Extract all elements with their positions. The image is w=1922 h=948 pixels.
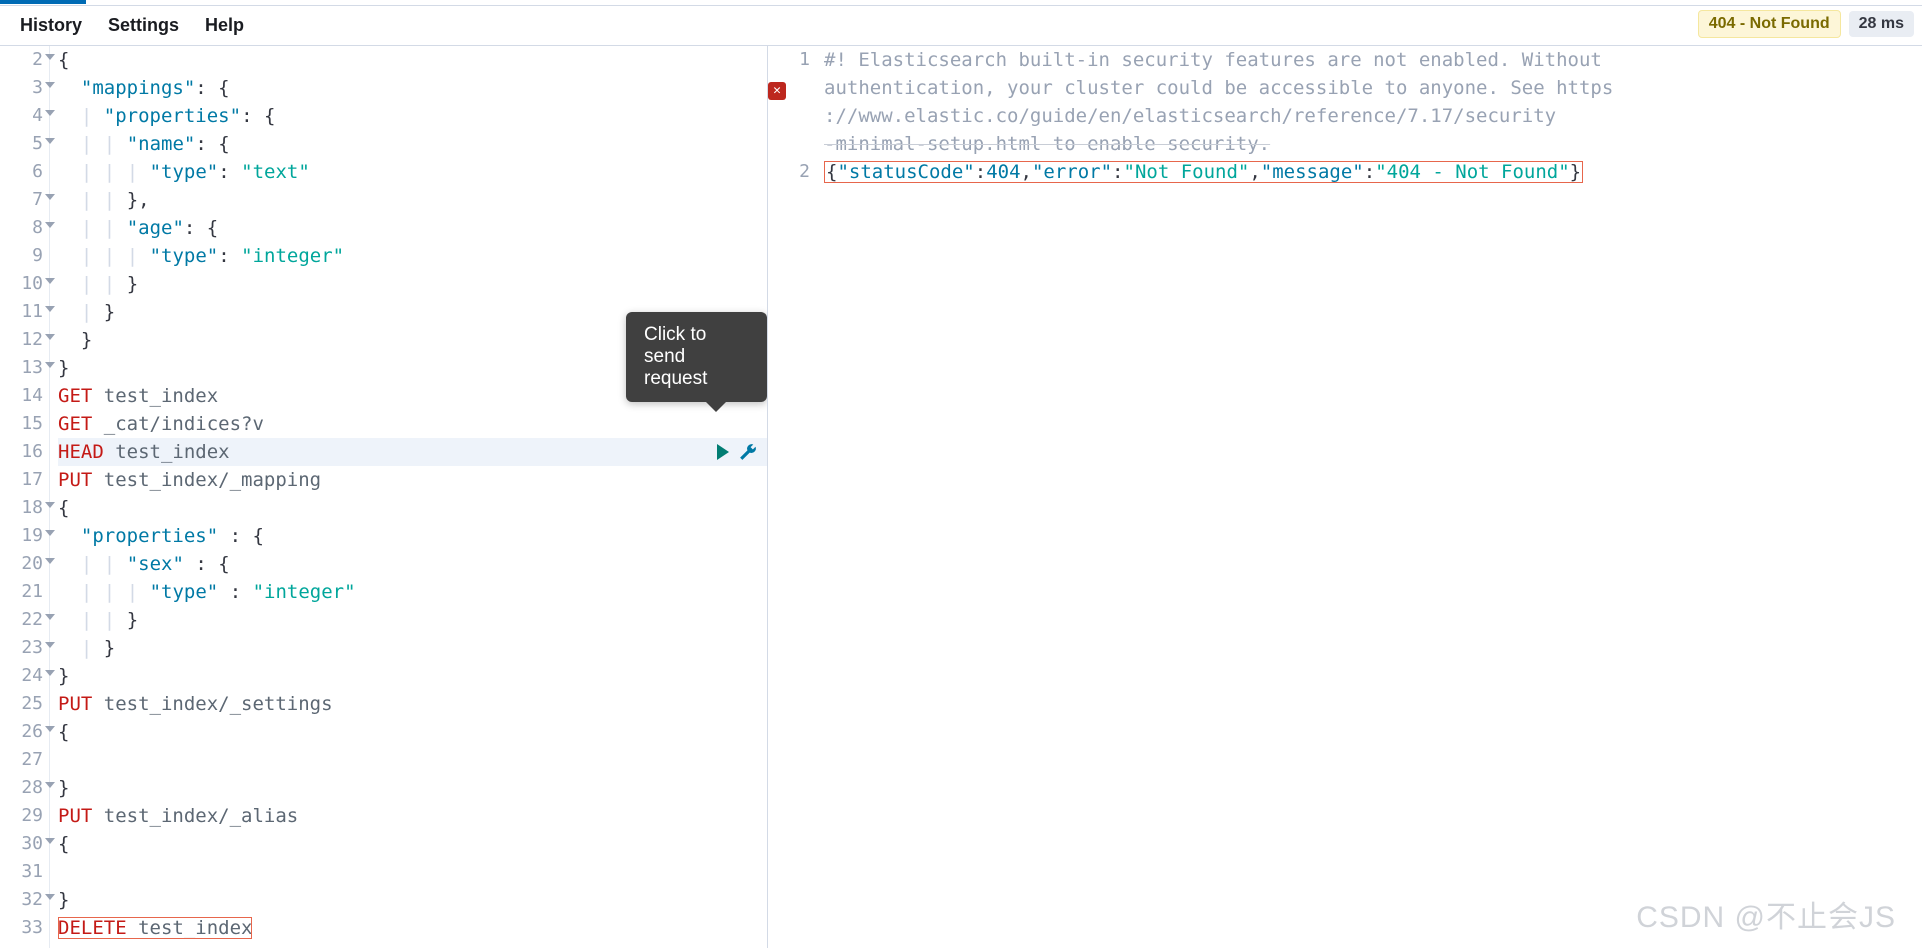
code-line[interactable]: | | "name": {: [58, 130, 767, 158]
code-line[interactable]: {: [58, 830, 767, 858]
code-line[interactable]: | | }: [58, 606, 767, 634]
code-line[interactable]: | | }: [58, 270, 767, 298]
send-request-icon[interactable]: [717, 444, 729, 460]
response-body-line[interactable]: {"statusCode":404,"error":"Not Found","m…: [824, 158, 1914, 186]
request-editor[interactable]: { "mappings": { | "properties": { | | "n…: [50, 46, 767, 948]
menu-history[interactable]: History: [8, 9, 94, 42]
code-line[interactable]: HEAD test_index: [58, 438, 767, 466]
code-line[interactable]: | | "age": {: [58, 214, 767, 242]
menu-help[interactable]: Help: [193, 9, 256, 42]
code-line[interactable]: }: [58, 886, 767, 914]
code-line[interactable]: }: [58, 774, 767, 802]
request-editor-pane[interactable]: 2345678910111213141516171819202122232425…: [0, 46, 768, 948]
wrench-icon[interactable]: [739, 443, 757, 461]
code-line[interactable]: DELETE test_index: [58, 914, 767, 942]
code-line[interactable]: GET _cat/indices?v: [58, 410, 767, 438]
menu-settings[interactable]: Settings: [96, 9, 191, 42]
code-line[interactable]: | | },: [58, 186, 767, 214]
response-gutter: ✕ 1 2: [768, 46, 818, 948]
menubar: History Settings Help 404 - Not Found 28…: [0, 6, 1922, 46]
response-viewer[interactable]: #! Elasticsearch built-in security featu…: [818, 46, 1922, 948]
code-line[interactable]: "properties" : {: [58, 522, 767, 550]
response-deprecation-line: ://www.elastic.co/guide/en/elasticsearch…: [824, 102, 1914, 130]
code-line[interactable]: [58, 746, 767, 774]
code-line[interactable]: | | "sex" : {: [58, 550, 767, 578]
response-pane: ✕ 1 2 #! Elasticsearch built-in security…: [768, 46, 1922, 948]
http-status-badge: 404 - Not Found: [1698, 10, 1841, 38]
response-deprecation-line: -minimal-setup.html to enable security.: [824, 130, 1914, 158]
code-line[interactable]: | }: [58, 634, 767, 662]
send-request-tooltip: Click to send request: [626, 312, 767, 402]
response-time-badge: 28 ms: [1849, 11, 1914, 37]
status-badges: 404 - Not Found 28 ms: [1698, 10, 1914, 38]
code-line[interactable]: }: [58, 662, 767, 690]
code-line[interactable]: | | | "type": "integer": [58, 242, 767, 270]
code-line[interactable]: {: [58, 494, 767, 522]
response-deprecation-line: #! Elasticsearch built-in security featu…: [824, 46, 1914, 74]
response-deprecation-line: authentication, your cluster could be ac…: [824, 74, 1914, 102]
code-line[interactable]: | | | "type" : "integer": [58, 578, 767, 606]
code-line[interactable]: {: [58, 46, 767, 74]
code-line[interactable]: | | | "type": "text": [58, 158, 767, 186]
code-line[interactable]: PUT test_index/_settings: [58, 690, 767, 718]
code-line[interactable]: PUT test_index/_alias: [58, 802, 767, 830]
code-line[interactable]: {: [58, 718, 767, 746]
code-line[interactable]: PUT test_index/_mapping: [58, 466, 767, 494]
code-line[interactable]: "mappings": {: [58, 74, 767, 102]
code-line[interactable]: [58, 858, 767, 886]
code-line[interactable]: | "properties": {: [58, 102, 767, 130]
line-gutter: 2345678910111213141516171819202122232425…: [0, 46, 50, 948]
